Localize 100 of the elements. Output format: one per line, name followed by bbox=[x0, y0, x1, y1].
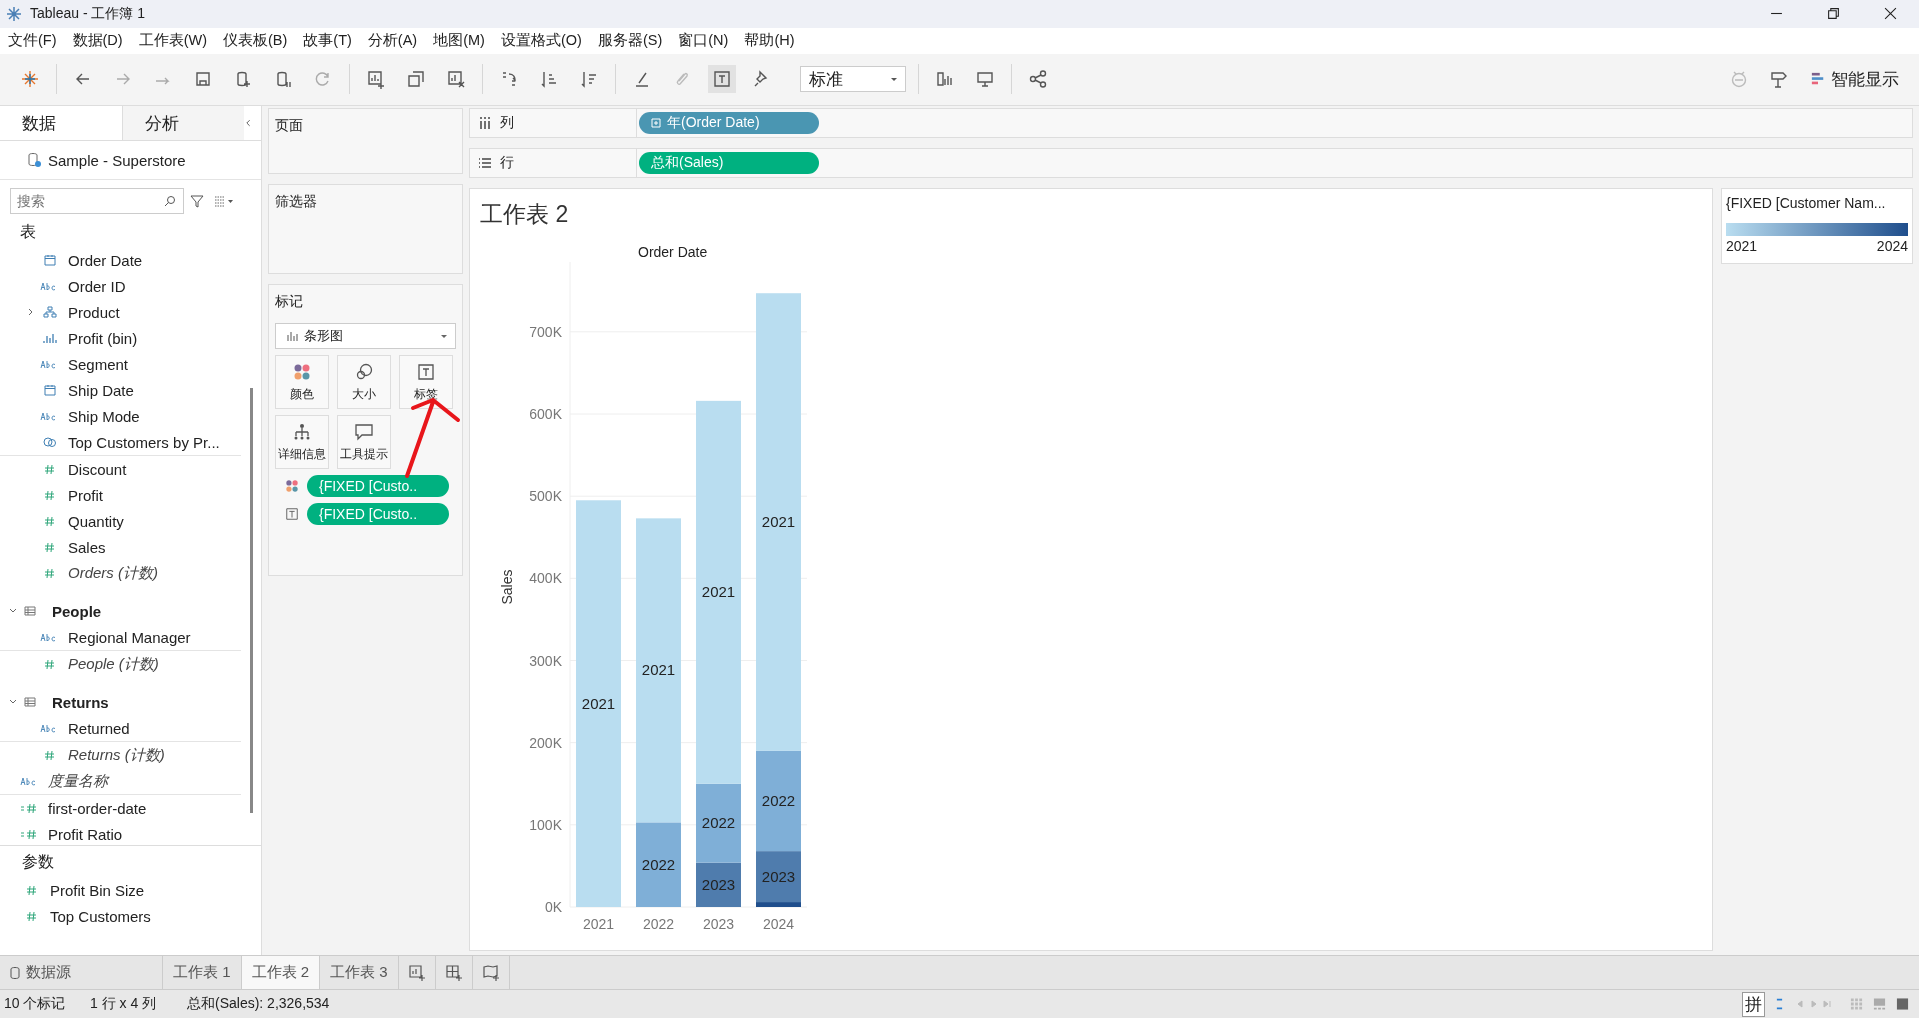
sheet-tab[interactable]: 工作表 2 bbox=[241, 956, 321, 990]
color-icon bbox=[285, 479, 299, 494]
fit-dropdown[interactable]: 标准 bbox=[800, 66, 906, 93]
status-text: 总和(Sales): 2,326,534 bbox=[187, 995, 330, 1014]
table-name[interactable]: Returns bbox=[52, 693, 109, 711]
menu-item[interactable]: 设置格式(O) bbox=[500, 31, 582, 51]
field-name[interactable]: Profit bbox=[68, 486, 103, 504]
axis-tick-label: 2021 bbox=[582, 916, 615, 933]
sheet-tab[interactable]: 工作表 3 bbox=[320, 956, 399, 990]
status-text: 1 行 x 4 列 bbox=[90, 995, 158, 1014]
legend-max: 2024 bbox=[1876, 238, 1908, 255]
bar-label: 2022 bbox=[761, 792, 796, 810]
mark-type-dropdown[interactable]: 条形图 bbox=[275, 323, 456, 350]
axis-tick-label: 2024 bbox=[762, 916, 795, 933]
field-name[interactable]: Orders (计数) bbox=[68, 563, 158, 583]
parameter-name[interactable]: Top Customers bbox=[50, 907, 151, 925]
menu-item[interactable]: 地图(M) bbox=[433, 31, 485, 51]
sheet-tab[interactable]: 工作表 1 bbox=[163, 956, 242, 990]
section-title: 表 bbox=[19, 222, 37, 243]
card-title: 筛选器 bbox=[275, 193, 317, 210]
label-icon bbox=[285, 507, 299, 522]
single-sheet-icon[interactable] bbox=[1896, 997, 1909, 1012]
detail-button[interactable]: 详细信息 bbox=[275, 415, 329, 470]
shelf-label: 列 bbox=[500, 114, 514, 133]
menu-item[interactable]: 帮助(H) bbox=[744, 31, 795, 51]
menu-item[interactable]: 分析(A) bbox=[367, 31, 418, 51]
rows-icon bbox=[478, 156, 492, 171]
menu-item[interactable]: 服务器(S) bbox=[597, 31, 663, 51]
bar-label: 2023 bbox=[701, 876, 736, 894]
axis-tick-label: 300K bbox=[529, 652, 562, 669]
columns-icon bbox=[478, 116, 492, 131]
field-name[interactable]: People (计数) bbox=[68, 654, 159, 674]
tooltip-button[interactable]: 工具提示 bbox=[337, 415, 391, 470]
speech-bubble-icon bbox=[354, 421, 374, 442]
close-icon[interactable] bbox=[1884, 7, 1897, 21]
bar-chart-icon bbox=[286, 330, 298, 343]
filmstrip-icon[interactable] bbox=[1873, 997, 1886, 1012]
bar-label: 2021 bbox=[761, 513, 796, 531]
axis-tick-label: 600K bbox=[529, 406, 562, 423]
axis-tick-label: 2023 bbox=[702, 916, 735, 933]
field-name[interactable]: Discount bbox=[68, 460, 127, 478]
field-name[interactable]: Product bbox=[68, 303, 120, 321]
menu-item[interactable]: 仪表板(B) bbox=[223, 31, 288, 51]
hierarchy-icon bbox=[292, 421, 312, 442]
restore-icon[interactable] bbox=[1827, 7, 1840, 21]
datasource-name[interactable]: Sample - Superstore bbox=[48, 151, 186, 169]
histogram-icon bbox=[40, 332, 60, 345]
expand-icon[interactable] bbox=[651, 118, 661, 129]
field-name[interactable]: Order ID bbox=[68, 277, 126, 295]
field-name[interactable]: Regional Manager bbox=[68, 628, 191, 646]
sheet-tab[interactable]: 数据源 bbox=[0, 956, 163, 990]
table-icon bbox=[24, 605, 36, 618]
field-name[interactable]: Profit Ratio bbox=[48, 825, 123, 843]
legend-title: {FIXED [Customer Nam... bbox=[1726, 195, 1887, 212]
field-name[interactable]: Returns (计数) bbox=[68, 745, 165, 765]
bar-label: 2021 bbox=[641, 661, 676, 679]
table-name[interactable]: People bbox=[52, 602, 102, 620]
menu-item[interactable]: 数据(D) bbox=[72, 31, 123, 51]
database-icon bbox=[10, 965, 20, 980]
field-name[interactable]: Ship Mode bbox=[68, 407, 140, 425]
bar-label: 2021 bbox=[701, 583, 736, 601]
search-icon bbox=[164, 195, 176, 208]
table-icon bbox=[24, 696, 36, 709]
circles-icon bbox=[354, 361, 374, 382]
text-label-icon[interactable] bbox=[708, 65, 736, 94]
filter-icon[interactable] bbox=[190, 194, 204, 209]
show-me-button[interactable]: 智能显示 bbox=[1805, 63, 1905, 95]
list-view-icon[interactable] bbox=[214, 194, 234, 209]
field-name[interactable]: Returned bbox=[68, 719, 130, 737]
collapse-icon[interactable] bbox=[243, 118, 253, 129]
field-name[interactable]: Top Customers by Pr... bbox=[68, 433, 220, 451]
field-name[interactable]: 度量名称 bbox=[48, 771, 108, 791]
field-name[interactable]: Sales bbox=[68, 538, 106, 556]
field-name[interactable]: first-order-date bbox=[48, 799, 147, 817]
size-button[interactable]: 大小 bbox=[337, 355, 391, 410]
field-name[interactable]: Ship Date bbox=[68, 381, 134, 399]
window-title: Tableau - 工作簿 1 bbox=[30, 4, 146, 23]
ime-indicator[interactable]: 拼 bbox=[1742, 991, 1765, 1017]
axis-tick-label: 200K bbox=[529, 734, 562, 751]
menu-item[interactable]: 工作表(W) bbox=[138, 31, 207, 51]
label-button[interactable]: 标签 bbox=[399, 355, 453, 410]
field-name[interactable]: Profit (bin) bbox=[68, 329, 138, 347]
section-title: 参数 bbox=[21, 852, 55, 873]
status-text: 10 个标记 bbox=[3, 995, 67, 1014]
field-name[interactable]: Segment bbox=[68, 355, 129, 373]
pane-tab[interactable]: 分析 bbox=[121, 106, 244, 141]
search-field[interactable]: 搜索 bbox=[10, 188, 184, 215]
menu-item[interactable]: 文件(F) bbox=[8, 31, 57, 51]
sheet-title: 工作表 2 bbox=[480, 200, 570, 230]
color-button[interactable]: 颜色 bbox=[275, 355, 329, 410]
bar-label: 2021 bbox=[581, 694, 616, 712]
menu-item[interactable]: 窗口(N) bbox=[678, 31, 729, 51]
axis-tick-label: 0K bbox=[544, 899, 562, 916]
field-name[interactable]: Quantity bbox=[68, 512, 124, 530]
parameter-name[interactable]: Profit Bin Size bbox=[50, 881, 145, 899]
card-title: 标记 bbox=[275, 293, 304, 312]
menu-item[interactable]: 故事(T) bbox=[303, 31, 352, 51]
bar-label: 2022 bbox=[701, 814, 736, 832]
field-name[interactable]: Order Date bbox=[68, 251, 143, 269]
app-icon bbox=[6, 5, 22, 22]
